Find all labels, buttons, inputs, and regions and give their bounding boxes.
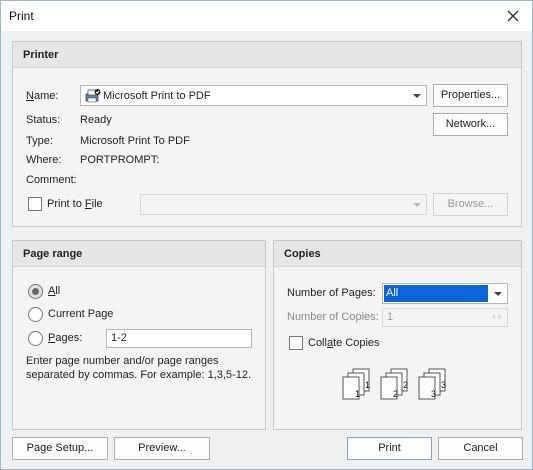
- print-to-file-label[interactable]: Print to File: [47, 198, 103, 210]
- current-page-label[interactable]: Current Page: [48, 308, 113, 320]
- print-button[interactable]: Print: [347, 437, 432, 460]
- spin-arrows-icon: ‹ ›: [492, 311, 502, 321]
- page-setup-button[interactable]: Page Setup...: [12, 437, 108, 460]
- network-button[interactable]: Network...: [433, 113, 508, 136]
- status-value: Ready: [80, 114, 112, 126]
- close-button[interactable]: [504, 7, 522, 25]
- collate-copies-checkbox[interactable]: [289, 336, 303, 350]
- number-of-pages-value: All: [386, 287, 399, 299]
- number-of-copies-label: Number of Copies:: [287, 311, 379, 323]
- page-range-header: Page range: [13, 241, 265, 267]
- cancel-button[interactable]: Cancel: [438, 437, 523, 460]
- copies-header: Copies: [274, 241, 521, 267]
- collate-digit-2: 2: [403, 380, 408, 390]
- chevron-down-icon: [413, 203, 421, 207]
- printer-name-value: Microsoft Print to PDF: [103, 90, 211, 102]
- print-to-file-combo[interactable]: [140, 194, 427, 215]
- printer-icon: [85, 88, 101, 107]
- collate-digit-1: 1: [365, 380, 370, 390]
- dialog-title: Print: [9, 9, 34, 23]
- page-range-hint-line1: Enter page number and/or page ranges: [26, 355, 219, 367]
- number-of-copies-spin[interactable]: 1 ‹ ›: [382, 308, 508, 327]
- printer-header: Printer: [13, 42, 521, 68]
- type-label: Type:: [26, 135, 53, 147]
- close-icon: [507, 10, 519, 22]
- collate-digit-2b: 2: [393, 389, 398, 399]
- number-of-copies-value: 1: [387, 311, 394, 323]
- where-label: Where:: [26, 154, 62, 166]
- print-dialog: Print Printer Name: Microsoft Print to P…: [0, 0, 533, 470]
- pages-label[interactable]: Pages:: [48, 332, 82, 344]
- current-page-radio[interactable]: [28, 307, 43, 322]
- collate-copies-label[interactable]: Collate Copies: [308, 337, 380, 349]
- printer-name-combo[interactable]: Microsoft Print to PDF: [80, 85, 427, 106]
- number-of-pages-label: Number of Pages:: [287, 287, 376, 299]
- print-to-file-checkbox[interactable]: [28, 197, 42, 211]
- all-label[interactable]: All: [48, 285, 60, 297]
- preview-button[interactable]: Preview...: [114, 437, 210, 460]
- collate-digit-1b: 1: [355, 389, 360, 399]
- comment-label: Comment:: [26, 174, 77, 186]
- collate-digit-3: 3: [441, 380, 446, 390]
- collate-digit-3b: 3: [431, 389, 436, 399]
- number-of-pages-selection: [383, 284, 489, 303]
- pages-input[interactable]: 1-2: [106, 329, 252, 348]
- title-bar: Print: [1, 1, 532, 31]
- type-value: Microsoft Print To PDF: [80, 135, 190, 147]
- chevron-down-icon: [413, 94, 421, 98]
- where-value: PORTPROMPT:: [80, 154, 160, 166]
- chevron-down-icon: [494, 292, 502, 296]
- all-radio[interactable]: [28, 284, 43, 299]
- number-of-pages-combo[interactable]: All: [382, 283, 508, 304]
- page-range-hint-line2: separated by commas. For example: 1,3,5-…: [26, 369, 251, 381]
- name-label: Name:: [26, 90, 59, 102]
- status-label: Status:: [26, 114, 61, 126]
- collate-illustration-icon: 1 1 2 2 3 3: [342, 368, 446, 400]
- properties-button[interactable]: Properties...: [433, 84, 508, 107]
- browse-button[interactable]: Browse...: [433, 193, 508, 216]
- pages-radio[interactable]: [28, 331, 43, 346]
